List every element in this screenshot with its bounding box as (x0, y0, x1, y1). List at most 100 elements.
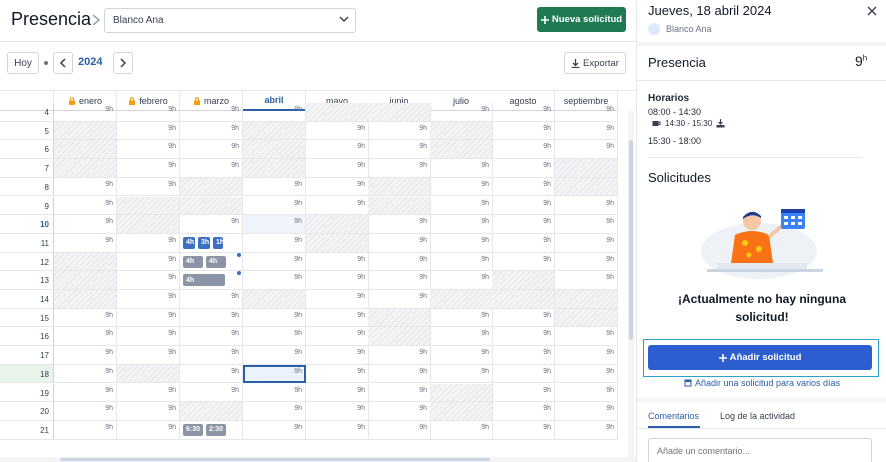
day-cell[interactable]: 9h (306, 159, 369, 178)
day-cell[interactable]: 9h (180, 159, 243, 178)
day-cell[interactable]: 9h (492, 103, 555, 122)
day-cell[interactable]: 9h (306, 252, 369, 272)
day-cell[interactable]: 9h (430, 196, 493, 216)
day-cell[interactable]: 9h (555, 121, 618, 141)
day-cell[interactable]: 9h (54, 402, 117, 421)
next-year-button[interactable] (113, 52, 133, 74)
day-cell[interactable] (306, 103, 369, 122)
day-cell[interactable]: 9h (368, 364, 431, 384)
new-request-button[interactable]: Nueva solicitud (537, 7, 626, 32)
day-cell[interactable]: 9h (54, 420, 117, 440)
request-chip[interactable]: 1h (213, 236, 224, 249)
day-cell[interactable] (430, 140, 493, 160)
day-cell[interactable]: 9h (117, 402, 180, 421)
day-cell[interactable]: 9h (117, 252, 180, 272)
day-cell[interactable] (368, 196, 431, 216)
vertical-scrollbar-thumb[interactable] (629, 140, 633, 340)
day-cell[interactable]: 9h (117, 420, 180, 440)
day-cell[interactable]: 9h (306, 196, 369, 216)
day-cell[interactable]: 9h (430, 215, 493, 234)
day-cell[interactable]: 9h (555, 364, 618, 384)
day-cell[interactable]: 9h (243, 103, 306, 122)
day-cell[interactable]: 9h (492, 215, 555, 234)
day-cell[interactable] (492, 271, 555, 290)
day-cell[interactable]: 9h (117, 103, 180, 122)
day-cell[interactable]: 9h (492, 159, 555, 178)
day-cell[interactable]: 9h (492, 364, 555, 384)
day-cell[interactable]: 9h (306, 177, 369, 197)
day-cell[interactable]: 9h (243, 383, 306, 403)
day-cell[interactable]: 9h (492, 383, 555, 403)
day-cell[interactable] (430, 402, 493, 421)
day-cell[interactable] (368, 327, 431, 347)
day-cell[interactable]: 9h (180, 327, 243, 347)
day-cell[interactable] (54, 290, 117, 309)
day-cell[interactable]: 9h (243, 364, 306, 384)
day-cell[interactable]: 9h (492, 308, 555, 328)
day-cell[interactable]: 9h (555, 233, 618, 253)
day-cell[interactable]: 9h (243, 327, 306, 347)
day-cell[interactable]: 9h (117, 233, 180, 253)
day-cell[interactable] (243, 140, 306, 160)
day-cell[interactable]: 9h (368, 215, 431, 234)
day-cell[interactable] (430, 290, 493, 309)
day-cell[interactable]: 9h (492, 121, 555, 141)
day-cell[interactable] (555, 159, 618, 178)
day-cell[interactable]: 9h (306, 420, 369, 440)
day-cell[interactable]: 9h (243, 420, 306, 440)
day-cell[interactable] (117, 196, 180, 216)
day-cell[interactable]: 9h (243, 271, 306, 290)
close-icon[interactable] (866, 5, 878, 17)
day-cell[interactable]: 9h (117, 121, 180, 141)
request-chip[interactable]: 3h (198, 236, 210, 249)
day-cell[interactable]: 9h (180, 346, 243, 365)
day-cell[interactable]: 9h (243, 177, 306, 197)
day-cell[interactable]: 9h (368, 402, 431, 421)
day-cell[interactable] (368, 308, 431, 328)
day-cell[interactable]: 9h (54, 103, 117, 122)
day-cell[interactable]: 9h (117, 159, 180, 178)
day-cell[interactable]: 9h (368, 159, 431, 178)
tab-comments[interactable]: Comentarios (648, 411, 699, 421)
day-cell[interactable]: 9h (368, 346, 431, 365)
day-cell[interactable]: 9h (555, 327, 618, 347)
add-multi-day-request-link[interactable]: Añadir una solicitud para varios días (637, 378, 886, 388)
day-cell[interactable]: 9h (368, 121, 431, 141)
day-cell[interactable] (368, 177, 431, 197)
day-cell[interactable] (54, 159, 117, 178)
day-cell[interactable]: 9h (117, 308, 180, 328)
day-cell[interactable]: 9h (555, 196, 618, 216)
prev-year-button[interactable] (53, 52, 73, 74)
day-cell[interactable]: 9h (430, 103, 493, 122)
day-cell[interactable] (306, 215, 369, 234)
day-cell[interactable]: 9h (306, 402, 369, 421)
day-cell[interactable]: 9h (555, 420, 618, 440)
day-cell[interactable]: 9h (180, 140, 243, 160)
tab-activity-log[interactable]: Log de la actividad (720, 411, 795, 421)
day-cell[interactable]: 9h (54, 233, 117, 253)
day-cell[interactable]: 9h (243, 346, 306, 365)
day-cell[interactable]: 9h (368, 140, 431, 160)
day-cell[interactable]: 9h (492, 196, 555, 216)
day-cell[interactable]: 9h (306, 364, 369, 384)
day-cell[interactable]: 9h (555, 383, 618, 403)
day-cell[interactable] (243, 159, 306, 178)
day-cell[interactable]: 9h (492, 140, 555, 160)
day-cell[interactable] (180, 177, 243, 197)
day-cell[interactable]: 9h (54, 196, 117, 216)
day-cell[interactable]: 9h (54, 308, 117, 328)
day-cell[interactable] (54, 271, 117, 290)
day-cell[interactable] (54, 121, 117, 141)
day-cell[interactable]: 9h (555, 103, 618, 122)
day-cell[interactable] (555, 177, 618, 197)
day-cell[interactable]: 9h (306, 308, 369, 328)
day-cell[interactable]: 9h (180, 290, 243, 309)
comment-input[interactable] (648, 438, 872, 462)
day-cell[interactable]: 9h (430, 327, 493, 347)
day-cell[interactable]: 9h (180, 121, 243, 141)
day-cell[interactable]: 9h (180, 103, 243, 122)
day-cell[interactable]: 9h (430, 364, 493, 384)
day-cell[interactable]: 9h (306, 346, 369, 365)
day-cell[interactable]: 9h (306, 290, 369, 309)
day-cell[interactable]: 9h (180, 308, 243, 328)
